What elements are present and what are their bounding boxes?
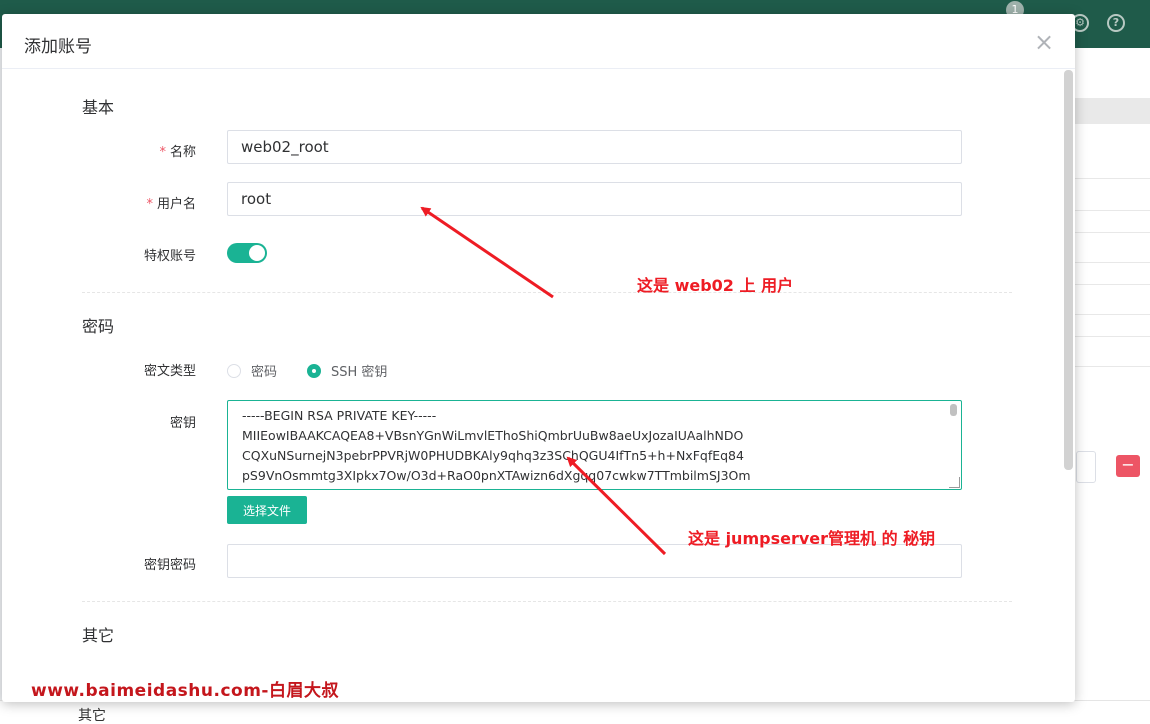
textarea-scrollbar[interactable] (950, 404, 957, 416)
dialog-title: 添加账号 (24, 37, 92, 57)
background-input[interactable] (1076, 451, 1096, 483)
background-row-divider (1075, 284, 1150, 285)
radio-ssh-key-label: SSH 密钥 (331, 365, 388, 380)
privileged-label: 特权账号 (143, 249, 196, 264)
name-input[interactable] (227, 130, 962, 164)
annotation-user-note: 这是 web02 上 用户 (637, 276, 794, 295)
secret-type-label: 密文类型 (143, 364, 196, 379)
background-row-divider (1075, 210, 1150, 211)
privileged-toggle[interactable] (227, 243, 267, 263)
background-row-divider (1075, 178, 1150, 179)
username-label: * 用户名 (2, 193, 196, 212)
section-divider (82, 292, 1012, 293)
name-label-text: 名称 (169, 145, 196, 160)
choose-file-button[interactable]: 选择文件 (227, 496, 307, 524)
background-row-divider (1075, 232, 1150, 233)
background-panel (1075, 48, 1150, 724)
key-password-label: 密钥密码 (143, 558, 196, 573)
toggle-knob (249, 245, 265, 261)
name-label: * 名称 (2, 141, 196, 160)
close-icon[interactable]: × (1034, 30, 1054, 54)
section-title-password: 密码 (82, 317, 115, 336)
username-label-text: 用户名 (156, 197, 196, 212)
secret-key-textarea[interactable]: -----BEGIN RSA PRIVATE KEY----- MIIEowIB… (227, 400, 962, 490)
radio-password[interactable]: 密码 (227, 361, 277, 380)
key-password-input[interactable] (227, 544, 962, 578)
section-title-basic: 基本 (82, 98, 115, 117)
remove-button[interactable]: − (1116, 455, 1140, 477)
background-row-divider (1075, 314, 1150, 315)
radio-checked-icon (307, 363, 321, 378)
dialog-scrollbar[interactable] (1064, 70, 1073, 470)
radio-unchecked-icon (227, 363, 241, 378)
background-section-label: 其它 (78, 708, 106, 724)
background-footer (0, 700, 1150, 724)
background-table-header (1075, 98, 1150, 124)
annotation-key-note: 这是 jumpserver管理机 的 秘钥 (688, 529, 936, 548)
background-row-divider (1075, 366, 1150, 367)
background-row-divider (1075, 336, 1150, 337)
add-account-dialog: 添加账号 × 基本 *名称 *用户名 特权账号 密码 密文类型 密码 SSH 密… (2, 14, 1075, 702)
resize-handle-icon[interactable] (949, 477, 960, 488)
radio-password-label: 密码 (251, 365, 278, 380)
required-mark: * (146, 197, 153, 212)
required-mark: * (159, 145, 166, 160)
help-icon[interactable]: ? (1107, 14, 1125, 32)
dialog-header: 添加账号 × (2, 14, 1075, 69)
watermark-text: www.baimeidashu.com-白眉大叔 (31, 681, 339, 701)
section-divider (82, 601, 1012, 602)
section-title-other: 其它 (82, 626, 115, 645)
background-row-divider (1075, 262, 1150, 263)
secret-key-label: 密钥 (169, 416, 196, 431)
username-input[interactable] (227, 182, 962, 216)
radio-ssh-key[interactable]: SSH 密钥 (307, 361, 387, 380)
